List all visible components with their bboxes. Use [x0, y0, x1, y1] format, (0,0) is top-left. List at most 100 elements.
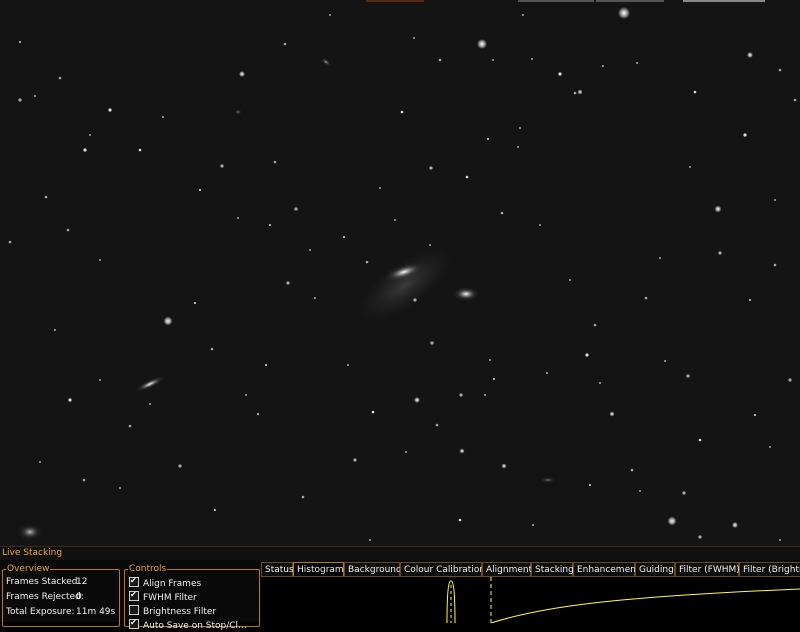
star [343, 236, 345, 238]
star [630, 468, 634, 472]
star [682, 491, 686, 495]
star [644, 296, 648, 300]
star [664, 360, 666, 362]
total-exposure-row: Total Exposure: 11m 49s [6, 607, 115, 618]
star [108, 108, 112, 112]
star [89, 134, 91, 136]
star [531, 58, 533, 60]
star [119, 487, 121, 489]
star [369, 539, 371, 541]
star [459, 448, 465, 454]
star [465, 175, 469, 179]
star [273, 160, 277, 164]
star [429, 244, 431, 246]
star [639, 490, 641, 492]
star [83, 148, 87, 152]
star [309, 249, 311, 251]
brightness-filter-checkbox[interactable]: Brightness Filter [129, 605, 216, 617]
star [66, 228, 70, 232]
tab-histogram[interactable]: Histogram [293, 562, 344, 576]
star [199, 189, 201, 191]
star [686, 374, 690, 378]
star [214, 509, 216, 511]
star [194, 302, 196, 304]
histogram-panel[interactable] [261, 576, 800, 624]
checkbox-box[interactable] [129, 605, 139, 615]
overview-group: Overview Frames Stacked: 12 Frames Rejec… [2, 565, 120, 627]
star [365, 260, 369, 264]
star [39, 461, 41, 463]
tab-colour-calibration[interactable]: Colour Calibration [400, 562, 485, 576]
star [743, 133, 747, 137]
tab-guiding[interactable]: Guiding [635, 562, 675, 576]
star [99, 379, 101, 381]
frames-stacked-row: Frames Stacked: 12 [6, 577, 87, 588]
tab-filter-brightness[interactable]: Filter (Brightness) [739, 562, 800, 576]
galaxy-halo [358, 248, 452, 322]
tab-stacking[interactable]: Stacking [531, 562, 574, 576]
star [500, 211, 504, 215]
star [435, 423, 439, 427]
stretch-curve [490, 588, 800, 624]
frames-rejected-row: Frames Rejected: 0 [6, 592, 84, 603]
star [769, 446, 771, 448]
star [394, 219, 396, 221]
star [732, 522, 738, 528]
star-field [8, 7, 797, 541]
star [400, 110, 404, 114]
tab-status[interactable]: Status [261, 562, 294, 576]
star [414, 397, 420, 403]
checkbox-box[interactable] [129, 589, 139, 601]
star [54, 329, 56, 331]
tab-background[interactable]: Background [344, 562, 402, 576]
star [493, 378, 495, 380]
star [265, 364, 267, 366]
star [718, 251, 722, 255]
star [286, 281, 290, 285]
fwhm-filter-label: FWHM Filter [143, 593, 197, 603]
histogram-plot [446, 577, 800, 624]
star [128, 424, 132, 428]
star [44, 195, 48, 199]
star [58, 76, 62, 80]
tab-strip: Status Histogram Background Colour Calib… [261, 562, 800, 576]
align-frames-label: Align Frames [143, 579, 202, 589]
star [138, 148, 142, 152]
star [788, 378, 792, 382]
star [99, 259, 101, 261]
star [573, 91, 577, 95]
frames-rejected-label: Frames Rejected: [6, 592, 84, 602]
star [301, 495, 305, 499]
star [379, 187, 381, 189]
star [162, 116, 164, 118]
auto-save-label: Auto Save on Stop/Cl... [143, 621, 247, 631]
star [347, 364, 349, 366]
tab-enhancement[interactable]: Enhancement [573, 562, 639, 576]
star [773, 263, 777, 267]
star [8, 240, 12, 244]
align-frames-checkbox[interactable]: Align Frames [129, 575, 202, 589]
tab-filter-fwhm[interactable]: Filter (FWHM) [675, 562, 740, 576]
live-stacking-panel: Live Stacking Overview Frames Stacked: 1… [0, 546, 800, 631]
star [593, 323, 597, 327]
star [459, 393, 463, 397]
tab-alignment[interactable]: Alignment [482, 562, 532, 576]
star [294, 207, 298, 211]
star [577, 89, 583, 95]
galaxy [540, 477, 556, 483]
star [774, 199, 776, 201]
star [458, 518, 462, 522]
checkbox-box[interactable] [129, 575, 139, 587]
star [522, 14, 524, 16]
star [19, 41, 21, 43]
star [698, 438, 702, 442]
star [283, 42, 287, 46]
star [667, 516, 677, 526]
total-exposure-label: Total Exposure: [6, 607, 75, 617]
stacked-image-viewer[interactable] [0, 0, 800, 546]
star [517, 146, 519, 148]
fwhm-filter-checkbox[interactable]: FWHM Filter [129, 589, 197, 603]
star [793, 98, 797, 102]
star [539, 224, 541, 226]
star [569, 279, 571, 281]
